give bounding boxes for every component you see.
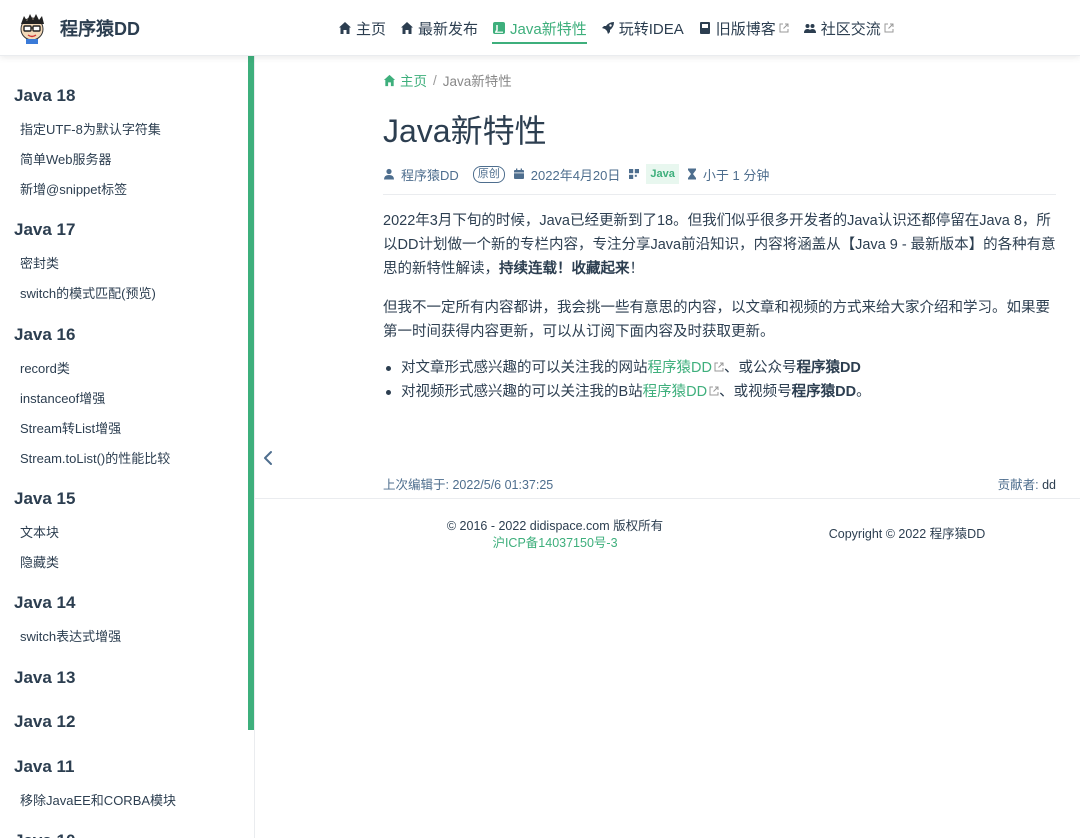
- paragraph: 2022年3月下旬的时候，Java已经更新到了18。但我们似乎很多开发者的Jav…: [383, 213, 1056, 277]
- sidebar-group-title[interactable]: Java 10: [14, 830, 75, 838]
- sidebar-item[interactable]: 简单Web服务器: [20, 145, 161, 175]
- page-info: 程序猿DD 原创 2022年4月20日 Java 小于 1 分钟: [383, 163, 1056, 185]
- nav-old-blog[interactable]: 旧版博客: [698, 14, 789, 42]
- subscribe-list: 对文章形式感兴趣的可以关注我的网站程序猿DD 、或公众号程序猿DD 对视频形式感兴…: [383, 356, 1059, 404]
- breadcrumb: 主页 / Java新特性: [383, 70, 512, 90]
- sidebar-group-title[interactable]: Java 16: [14, 324, 170, 346]
- sidebar-group-java18: Java 18 指定UTF-8为默认字符集 简单Web服务器 新增@snippe…: [0, 85, 161, 205]
- sidebar-item[interactable]: record类: [20, 354, 170, 384]
- sidebar-item[interactable]: 指定UTF-8为默认字符集: [20, 115, 161, 145]
- sidebar-item[interactable]: 移除JavaEE和CORBA模块: [20, 786, 176, 816]
- java-icon: [493, 22, 506, 34]
- sidebar-item[interactable]: 隐藏类: [20, 548, 75, 578]
- site-name: 程序猿DD: [60, 19, 140, 39]
- rocket-icon: [601, 22, 614, 34]
- sidebar: Java 18 指定UTF-8为默认字符集 简单Web服务器 新增@snippe…: [0, 56, 248, 838]
- footer-copyright: © 2016 - 2022 didispace.com 版权所有 沪ICP备14…: [446, 519, 664, 550]
- sidebar-item[interactable]: 文本块: [20, 518, 75, 548]
- sidebar-group-title[interactable]: Java 15: [14, 488, 75, 510]
- page-title: Java新特性: [383, 113, 547, 149]
- website-link[interactable]: 程序猿DD: [648, 360, 724, 376]
- sidebar-group-title[interactable]: Java 18: [14, 85, 161, 107]
- author-info[interactable]: 程序猿DD: [383, 165, 459, 184]
- avatar-logo-icon: [20, 14, 44, 44]
- sidebar-item[interactable]: Stream转List增强: [20, 414, 170, 444]
- book-icon: [699, 22, 710, 34]
- paragraph: 但我不一定所有内容都讲，我会挑一些有意思的内容，以文章和视频的方式来给大家介绍和…: [383, 300, 1050, 340]
- list-item: 对视频形式感兴趣的可以关注我的B站程序猿DD 、或视频号程序猿DD。: [383, 380, 1059, 404]
- sidebar-item[interactable]: 新增@snippet标签: [20, 175, 161, 205]
- sidebar-group-title[interactable]: Java 12: [14, 711, 75, 733]
- hourglass-icon: [687, 168, 696, 180]
- nav-latest[interactable]: 最新发布: [400, 14, 478, 42]
- community-icon: [803, 24, 816, 33]
- last-updated: 上次编辑于: 2022/5/6 01:37:25: [383, 478, 554, 492]
- home-icon: [401, 22, 414, 34]
- list-item: 对文章形式感兴趣的可以关注我的网站程序猿DD 、或公众号程序猿DD: [383, 356, 1059, 380]
- category-tag[interactable]: Java: [646, 164, 679, 184]
- reading-time: 小于 1 分钟: [687, 165, 769, 184]
- page-meta: 上次编辑于: 2022/5/6 01:37:25 贡献者: dd: [383, 474, 1056, 493]
- sidebar-group-java10: Java 10: [0, 830, 75, 838]
- icp-link[interactable]: 沪ICP备14037150号-3: [492, 536, 617, 550]
- original-badge: 原创: [472, 165, 505, 183]
- sidebar-group-java17: Java 17 密封类 switch的模式匹配(预览): [0, 219, 156, 309]
- sidebar-item[interactable]: switch的模式匹配(预览): [20, 279, 156, 309]
- sidebar-group-java12: Java 12: [0, 711, 75, 733]
- bilibili-link[interactable]: 程序猿DD: [643, 384, 719, 400]
- sidebar-group-java11: Java 11 移除JavaEE和CORBA模块: [0, 756, 176, 816]
- contributors: 贡献者: dd: [997, 478, 1056, 492]
- sidebar-item[interactable]: Stream.toList()的性能比较: [20, 444, 170, 474]
- meta-divider: [383, 194, 1056, 195]
- nav-idea[interactable]: 玩转IDEA: [601, 14, 684, 42]
- sidebar-border: [254, 56, 255, 838]
- nav-home[interactable]: 主页: [338, 14, 386, 42]
- nav-community[interactable]: 社区交流: [803, 14, 894, 42]
- sidebar-item[interactable]: switch表达式增强: [20, 622, 121, 652]
- sidebar-item[interactable]: 密封类: [20, 249, 156, 279]
- user-icon: [384, 168, 394, 180]
- nav-links: 主页 最新发布 Java新特性 玩转IDEA 旧版博客 社区交流: [338, 0, 908, 56]
- home-icon: [383, 74, 396, 86]
- navbar: 程序猿DD 主页 最新发布 Java新特性 玩转IDEA 旧版博客 社区交流: [0, 0, 1080, 56]
- publish-date: 2022年4月20日: [530, 167, 621, 183]
- external-link-icon: [884, 23, 894, 33]
- sidebar-group-java14: Java 14 switch表达式增强: [0, 592, 121, 652]
- breadcrumb-separator: /: [433, 72, 437, 88]
- sidebar-group-title[interactable]: Java 14: [14, 592, 121, 614]
- toggle-sidebar-button[interactable]: [260, 448, 276, 468]
- footer-divider: [255, 498, 1080, 499]
- sidebar-group-title[interactable]: Java 11: [14, 756, 176, 778]
- sidebar-group-java15: Java 15 文本块 隐藏类: [0, 488, 75, 578]
- category-info: Java: [628, 164, 679, 184]
- category-icon: [629, 169, 640, 179]
- sidebar-group-java16: Java 16 record类 instanceof增强 Stream转List…: [0, 324, 170, 474]
- breadcrumb-home[interactable]: 主页: [383, 70, 427, 90]
- sidebar-group-java13: Java 13: [0, 667, 75, 689]
- chevron-left-icon: [264, 451, 272, 465]
- external-link-icon: [779, 23, 789, 33]
- home-icon: [339, 22, 351, 34]
- external-link-icon: [714, 362, 724, 372]
- brand-link[interactable]: 程序猿DD: [16, 10, 140, 46]
- sidebar-group-title[interactable]: Java 17: [14, 219, 156, 241]
- article-body: 2022年3月下旬的时候，Java已经更新到了18。但我们似乎很多开发者的Jav…: [383, 209, 1059, 404]
- sidebar-group-title[interactable]: Java 13: [14, 667, 75, 689]
- sidebar-item[interactable]: instanceof增强: [20, 384, 170, 414]
- calendar-icon: [513, 168, 524, 179]
- nav-java-features[interactable]: Java新特性: [492, 14, 587, 44]
- date-info: 2022年4月20日: [513, 165, 621, 184]
- footer-copyright-right: Copyright © 2022 程序猿DD: [828, 527, 986, 541]
- external-link-icon: [709, 386, 719, 396]
- breadcrumb-current: Java新特性: [442, 74, 512, 89]
- author-name: 程序猿DD: [401, 167, 459, 183]
